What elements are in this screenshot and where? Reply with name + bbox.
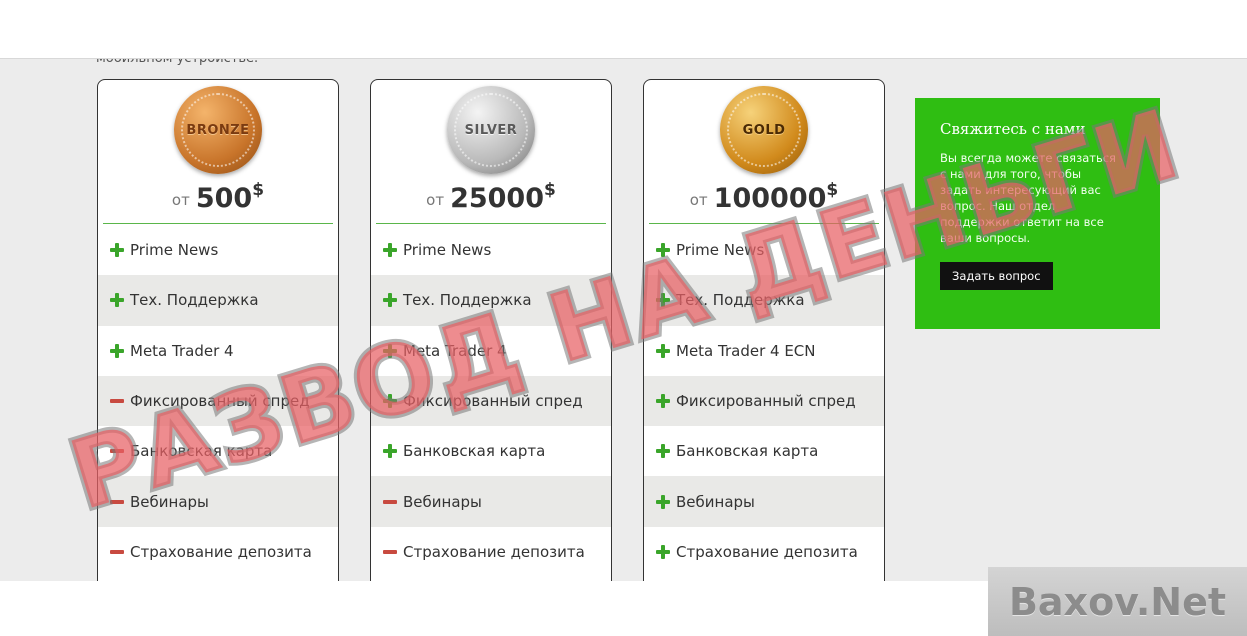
feature-row: Тех. Поддержка	[644, 275, 884, 326]
price-divider	[649, 223, 879, 224]
silver-medal-icon: SILVER	[447, 86, 535, 174]
feature-label: Вебинары	[403, 492, 482, 511]
contact-title: Свяжитесь с нами	[940, 120, 1086, 138]
plus-icon	[383, 243, 397, 258]
plan-price: от 100000$	[644, 180, 884, 214]
price-prefix: от	[689, 191, 708, 209]
feature-row: Вебинары	[644, 476, 884, 527]
plus-icon	[656, 293, 670, 308]
plan-card-bronze: BRONZE от 500$ Prime News Тех. Поддержка …	[97, 79, 339, 581]
price-amount: 25000	[450, 183, 544, 214]
price-amount: 500	[195, 183, 253, 214]
plan-price: от 25000$	[371, 180, 611, 214]
feature-row: Meta Trader 4 ECN	[644, 326, 884, 376]
plus-icon	[110, 343, 124, 358]
feature-label: Prime News	[676, 241, 765, 260]
plus-icon	[110, 293, 124, 308]
plus-icon	[110, 243, 124, 258]
ask-question-button[interactable]: Задать вопрос	[940, 262, 1053, 290]
feature-label: Вебинары	[130, 492, 209, 511]
plus-icon	[656, 444, 670, 459]
feature-label: Meta Trader 4 ECN	[676, 341, 816, 360]
price-currency: $	[544, 180, 556, 200]
contact-box: Свяжитесь с нами Вы всегда можете связат…	[915, 98, 1160, 329]
price-amount: 100000	[713, 183, 827, 214]
plus-icon	[656, 544, 670, 559]
feature-row: Банковская карта	[98, 426, 338, 476]
feature-row: Вебинары	[371, 476, 611, 527]
gold-medal-icon: GOLD	[720, 86, 808, 174]
feature-label: Фиксированный спред	[676, 392, 856, 411]
plus-icon	[383, 394, 397, 409]
page: мобильном устройстве. BRONZE от 500$ Prim…	[0, 0, 1247, 636]
feature-label: Тех. Поддержка	[403, 291, 532, 310]
plus-icon	[656, 243, 670, 258]
minus-icon	[110, 545, 124, 559]
feature-label: Тех. Поддержка	[130, 291, 259, 310]
minus-icon	[110, 394, 124, 408]
price-prefix: от	[426, 191, 445, 209]
feature-row: Тех. Поддержка	[98, 275, 338, 326]
price-divider	[103, 223, 333, 224]
feature-label: Банковская карта	[676, 442, 819, 461]
plan-card-silver: SILVER от 25000$ Prime News Тех. Поддержк…	[370, 79, 612, 581]
feature-label: Вебинары	[676, 492, 755, 511]
feature-label: Prime News	[403, 241, 492, 260]
plan-card-gold: GOLD от 100000$ Prime News Тех. Поддержка…	[643, 79, 885, 581]
feature-label: Meta Trader 4	[403, 341, 507, 360]
plus-icon	[656, 494, 670, 509]
feature-label: Тех. Поддержка	[676, 291, 805, 310]
contact-text: Вы всегда можете связаться с нами для то…	[940, 151, 1116, 245]
feature-label: Фиксированный спред	[403, 392, 583, 411]
price-currency: $	[826, 180, 839, 200]
price-prefix: от	[171, 191, 190, 209]
feature-row: Prime News	[371, 225, 611, 275]
price-currency: $	[252, 180, 265, 200]
watermark-text: Baxov.Net	[1008, 579, 1227, 624]
feature-row: Тех. Поддержка	[371, 275, 611, 326]
feature-label: Meta Trader 4	[130, 341, 234, 360]
feature-row: Prime News	[98, 225, 338, 275]
plus-icon	[383, 293, 397, 308]
minus-icon	[383, 545, 397, 559]
medal-label: BRONZE	[186, 122, 250, 138]
medal-label: GOLD	[742, 122, 786, 138]
price-divider	[376, 223, 606, 224]
feature-label: Страхование депозита	[403, 542, 585, 561]
plus-icon	[656, 394, 670, 409]
plus-icon	[383, 444, 397, 459]
feature-row: Банковская карта	[371, 426, 611, 476]
feature-row: Meta Trader 4	[98, 326, 338, 376]
feature-label: Страхование депозита	[676, 542, 858, 561]
feature-row: Фиксированный спред	[98, 375, 338, 427]
feature-list: Prime News Тех. Поддержка Meta Trader 4 …	[371, 225, 611, 577]
site-watermark: Baxov.Net	[988, 567, 1247, 636]
top-text: мобильном устройстве.	[96, 58, 259, 66]
bronze-medal-icon: BRONZE	[174, 86, 262, 174]
plus-icon	[383, 343, 397, 358]
plus-icon	[656, 343, 670, 358]
feature-row: Банковская карта	[644, 426, 884, 476]
feature-row: Страхование депозита	[98, 527, 338, 577]
feature-row: Фиксированный спред	[371, 375, 611, 427]
feature-row: Meta Trader 4	[371, 326, 611, 376]
feature-row: Фиксированный спред	[644, 375, 884, 427]
feature-row: Вебинары	[98, 476, 338, 527]
feature-label: Prime News	[130, 241, 219, 260]
feature-row: Prime News	[644, 225, 884, 275]
feature-list: Prime News Тех. Поддержка Meta Trader 4 …	[644, 225, 884, 577]
feature-row: Страхование депозита	[644, 527, 884, 577]
minus-icon	[110, 444, 124, 458]
feature-label: Банковская карта	[403, 442, 546, 461]
feature-label: Фиксированный спред	[130, 392, 310, 411]
minus-icon	[110, 495, 124, 509]
plan-price: от 500$	[98, 180, 338, 214]
medal-label: SILVER	[464, 122, 518, 138]
pricing-section: мобильном устройстве. BRONZE от 500$ Prim…	[0, 58, 1247, 581]
feature-label: Банковская карта	[130, 442, 273, 461]
feature-row: Страхование депозита	[371, 527, 611, 577]
feature-list: Prime News Тех. Поддержка Meta Trader 4 …	[98, 225, 338, 577]
minus-icon	[383, 495, 397, 509]
feature-label: Страхование депозита	[130, 542, 312, 561]
